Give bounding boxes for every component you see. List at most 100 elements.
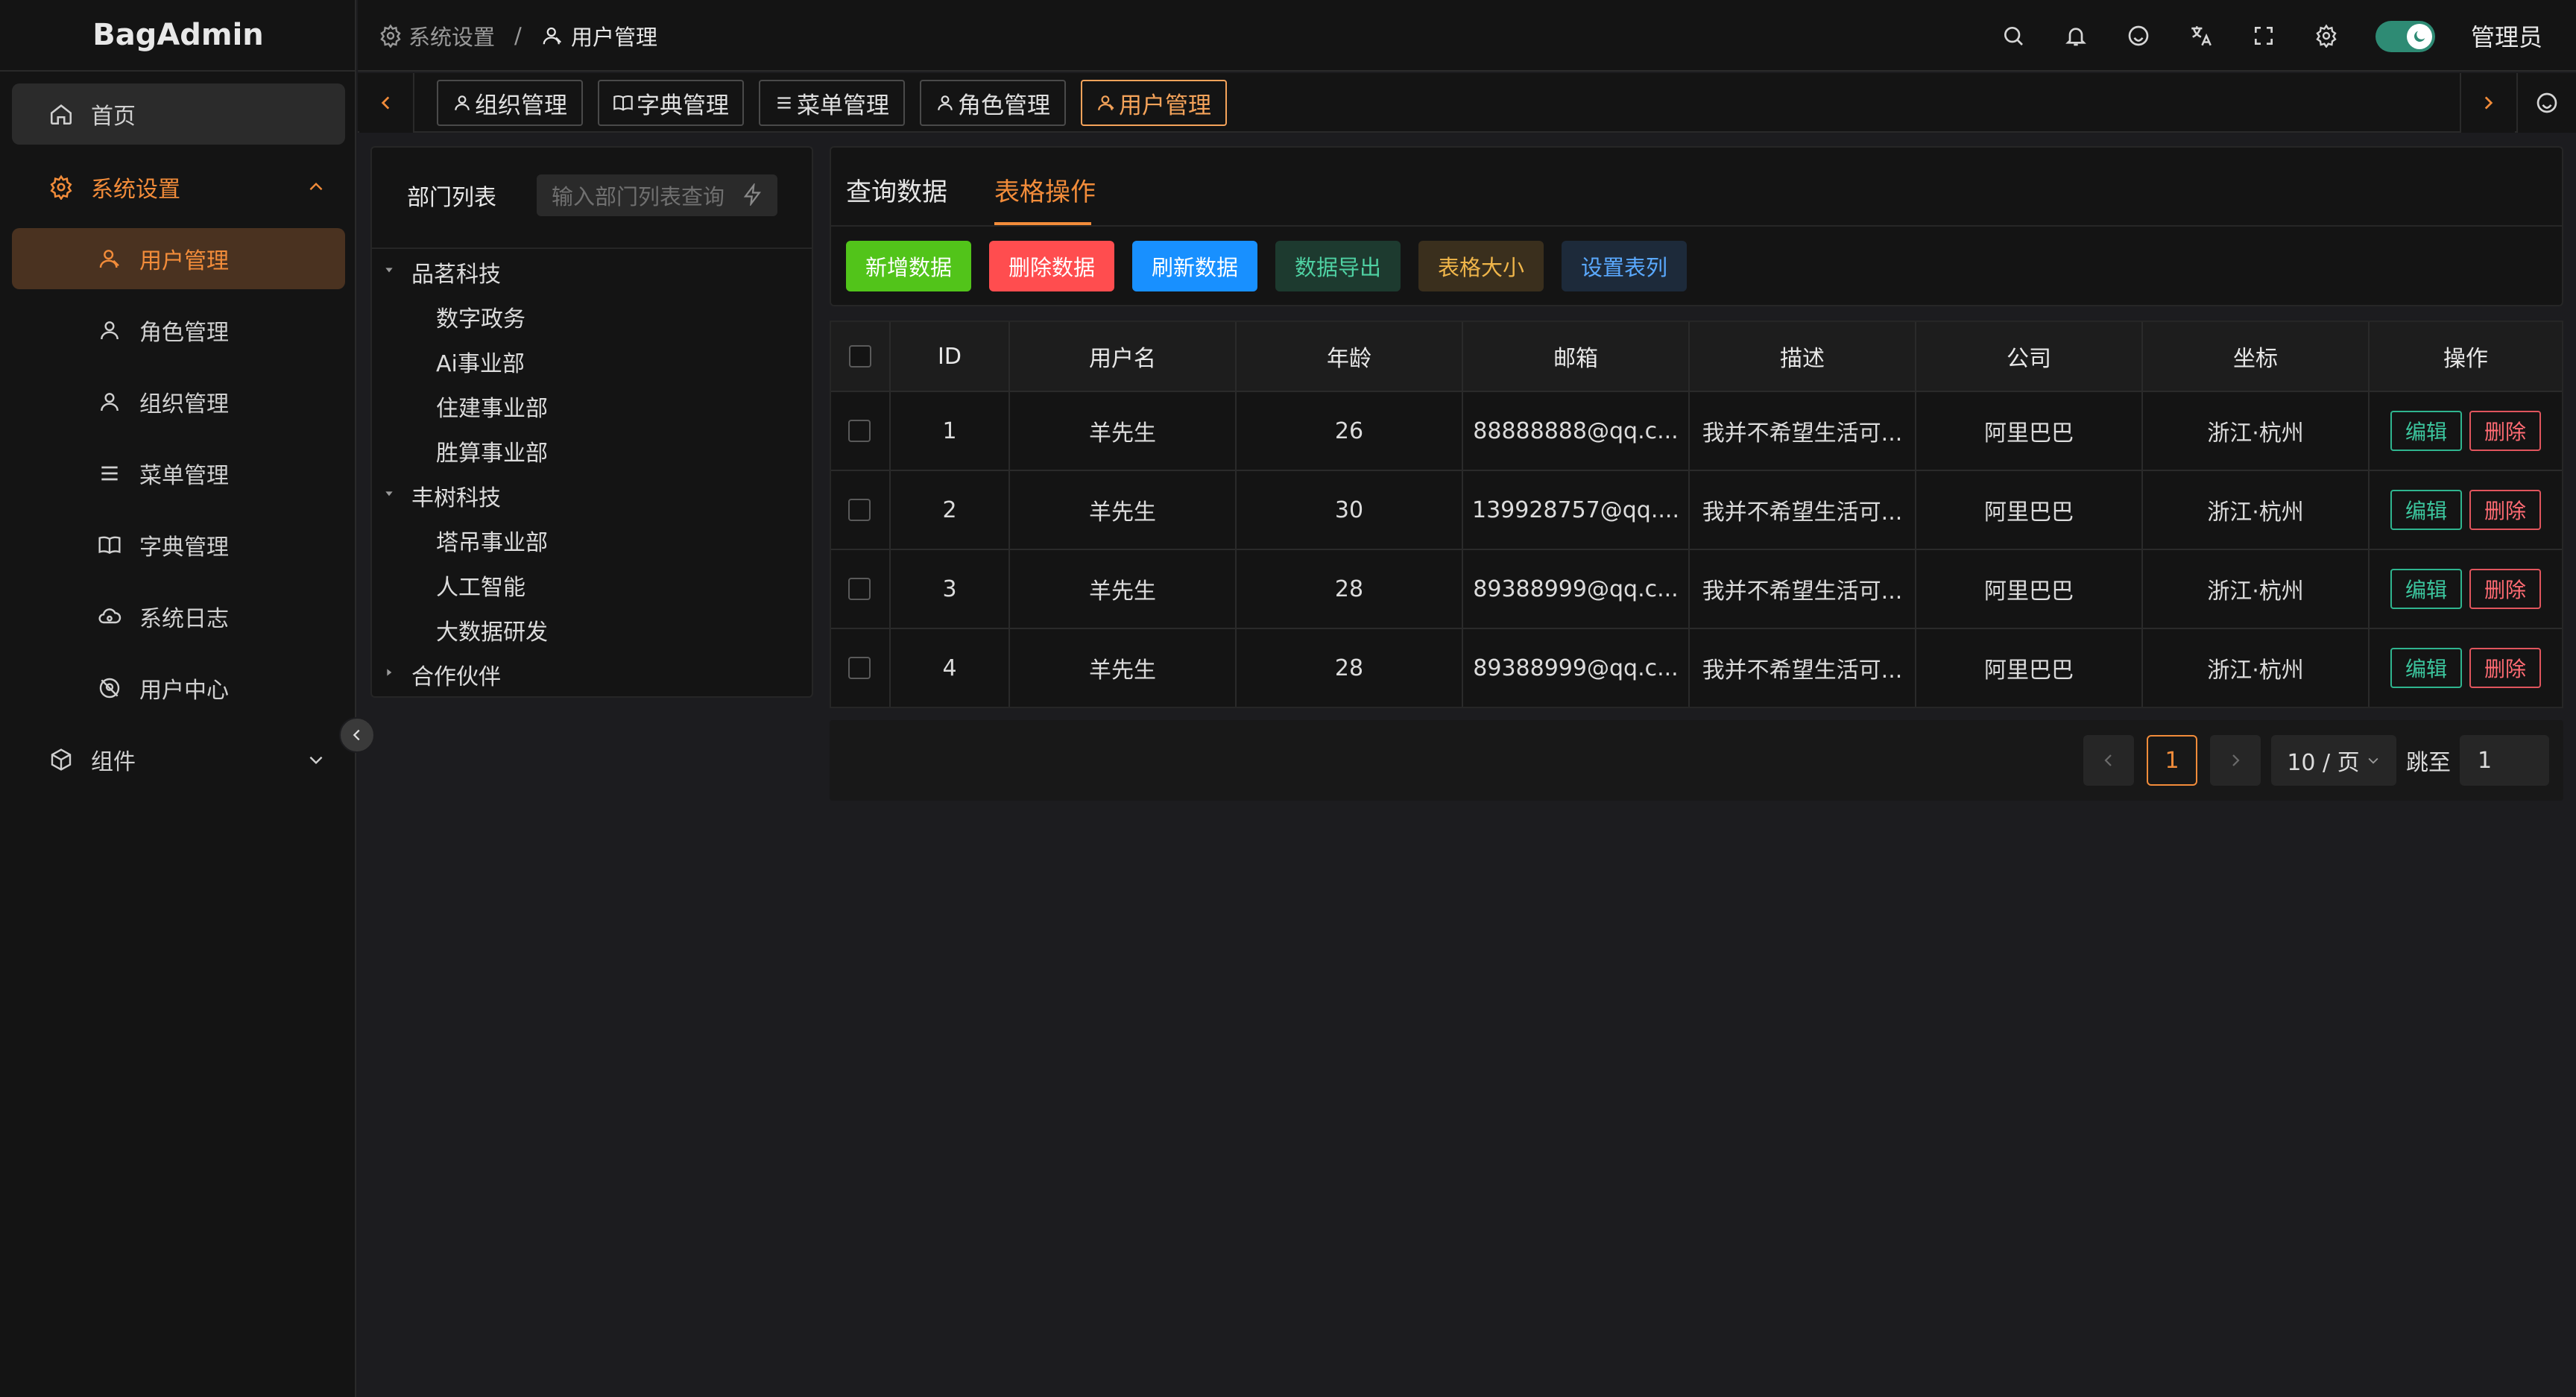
delete-data-button[interactable]: 删除数据 — [989, 241, 1114, 291]
page-size-select[interactable]: 10 / 页 — [2271, 735, 2396, 786]
sidebar-item-label: 用户中心 — [139, 678, 229, 704]
tab-query-data[interactable]: 查询数据 — [846, 171, 947, 208]
sidebar-item-system-log[interactable]: 系统日志 — [12, 586, 345, 647]
sidebar-item-components[interactable]: 组件 — [12, 729, 345, 790]
cloud-icon — [96, 603, 123, 630]
next-page-button[interactable] — [2210, 735, 2261, 786]
settings-gear-icon[interactable] — [2313, 22, 2340, 49]
cube-icon — [48, 746, 75, 773]
tree-node-pinming[interactable]: 品茗科技 — [411, 256, 501, 288]
tree-node[interactable]: 数字政务 — [436, 300, 525, 333]
book-icon — [96, 532, 123, 558]
tab-menu-management[interactable]: 菜单管理 — [759, 80, 905, 126]
tree-node[interactable]: 大数据研发 — [436, 614, 548, 646]
add-data-button[interactable]: 新增数据 — [846, 241, 971, 291]
sidebar-item-home[interactable]: 首页 — [12, 83, 345, 145]
caret-right-icon[interactable] — [382, 665, 397, 680]
sidebar-item-org-management[interactable]: 组织管理 — [12, 371, 345, 432]
search-icon[interactable] — [2000, 22, 2027, 49]
table-cell-id: 1 — [942, 417, 957, 444]
tree-node[interactable]: 胜算事业部 — [436, 435, 548, 467]
smile-icon[interactable] — [2125, 22, 2152, 49]
sidebar-item-system-settings[interactable]: 系统设置 — [12, 157, 345, 218]
moon-icon — [2407, 24, 2432, 49]
user-icon — [96, 317, 123, 344]
breadcrumb-item-system-settings[interactable]: 系统设置 — [379, 22, 495, 50]
table-cell-username: 羊先生 — [1089, 420, 1156, 447]
table-cell-location: 浙江·杭州 — [2207, 578, 2304, 605]
translate-icon[interactable] — [2188, 22, 2214, 49]
table-cell-description: 我并不希望生活可... — [1702, 420, 1903, 447]
export-data-button[interactable]: 数据导出 — [1275, 241, 1401, 291]
table-size-button[interactable]: 表格大小 — [1418, 241, 1544, 291]
table-cell-id: 4 — [942, 655, 957, 681]
tab-role-management[interactable]: 角色管理 — [920, 80, 1066, 126]
theme-toggle[interactable] — [2375, 21, 2435, 52]
row-checkbox[interactable] — [848, 499, 871, 521]
table-cell-age: 28 — [1334, 575, 1364, 602]
set-columns-button[interactable]: 设置表列 — [1562, 241, 1687, 291]
table-header-cell: 用户名 — [1010, 322, 1235, 391]
edit-button[interactable]: 编辑 — [2390, 411, 2462, 451]
tab-label: 菜单管理 — [797, 92, 889, 119]
tree-node-partners[interactable]: 合作伙伴 — [411, 658, 501, 691]
list-icon — [777, 97, 791, 109]
book-icon — [613, 95, 633, 111]
fullscreen-icon[interactable] — [2250, 22, 2277, 49]
tab-org-management[interactable]: 组织管理 — [437, 80, 583, 126]
caret-down-icon[interactable] — [382, 486, 397, 501]
chevron-up-icon — [303, 174, 329, 201]
user-menu[interactable]: 管理员 — [2471, 22, 2542, 51]
delete-button[interactable]: 删除 — [2469, 569, 2541, 609]
tree-node-fengshu[interactable]: 丰树科技 — [411, 479, 501, 512]
tab-table-operations[interactable]: 表格操作 — [994, 171, 1096, 208]
edit-button[interactable]: 编辑 — [2390, 569, 2462, 609]
tree-node[interactable]: 住建事业部 — [436, 390, 548, 423]
tree-node[interactable]: 人工智能 — [436, 569, 525, 602]
tree-node[interactable]: 塔吊事业部 — [436, 524, 548, 557]
select-all-checkbox[interactable] — [849, 345, 871, 368]
tabs-scroll-left[interactable] — [359, 73, 414, 133]
table-header-cell: 年龄 — [1237, 322, 1462, 391]
breadcrumb-separator: / — [514, 23, 522, 48]
sidebar-collapse-button[interactable] — [339, 717, 375, 753]
table-header-cell: 描述 — [1690, 322, 1915, 391]
caret-down-icon[interactable] — [382, 262, 397, 277]
tree-node[interactable]: Ai事业部 — [436, 345, 525, 378]
row-checkbox[interactable] — [848, 420, 871, 442]
page-number-current[interactable]: 1 — [2147, 735, 2197, 786]
table-cell-location: 浙江·杭州 — [2207, 499, 2304, 526]
gear-icon — [48, 174, 75, 201]
dept-search-input[interactable]: 输入部门列表查询 — [537, 174, 777, 216]
tab-dict-management[interactable]: 字典管理 — [598, 80, 744, 126]
row-checkbox[interactable] — [848, 657, 871, 679]
sidebar-item-dict-management[interactable]: 字典管理 — [12, 514, 345, 575]
table-header-cell: 公司 — [1916, 322, 2141, 391]
sidebar-item-user-center[interactable]: 用户中心 — [12, 657, 345, 719]
tab-user-management[interactable]: 用户管理 — [1081, 80, 1227, 126]
table-cell-location: 浙江·杭州 — [2207, 420, 2304, 447]
tabs-menu-button[interactable] — [2516, 73, 2576, 133]
sidebar-item-role-management[interactable]: 角色管理 — [12, 300, 345, 361]
edit-button[interactable]: 编辑 — [2390, 648, 2462, 688]
delete-button[interactable]: 删除 — [2469, 648, 2541, 688]
edit-button[interactable]: 编辑 — [2390, 490, 2462, 530]
delete-button[interactable]: 删除 — [2469, 490, 2541, 530]
sidebar-item-label: 字典管理 — [139, 534, 229, 561]
list-icon — [96, 460, 123, 487]
table-cell-email: 89388999@qq.c... — [1473, 655, 1679, 681]
prev-page-button[interactable] — [2083, 735, 2134, 786]
dept-search-placeholder: 输入部门列表查询 — [552, 184, 725, 209]
table-header-cell: ID — [891, 322, 1008, 391]
sidebar-item-user-management[interactable]: 用户管理 — [12, 228, 345, 289]
refresh-data-button[interactable]: 刷新数据 — [1132, 241, 1257, 291]
bell-icon[interactable] — [2062, 22, 2089, 49]
row-checkbox[interactable] — [848, 578, 871, 600]
tab-label: 字典管理 — [637, 92, 729, 119]
sidebar-item-label: 系统日志 — [139, 606, 229, 632]
sidebar-item-menu-management[interactable]: 菜单管理 — [12, 443, 345, 504]
sidebar-item-label: 组织管理 — [139, 391, 229, 417]
jump-page-input[interactable]: 1 — [2460, 735, 2549, 786]
delete-button[interactable]: 删除 — [2469, 411, 2541, 451]
tabs-scroll-right[interactable] — [2460, 73, 2515, 133]
